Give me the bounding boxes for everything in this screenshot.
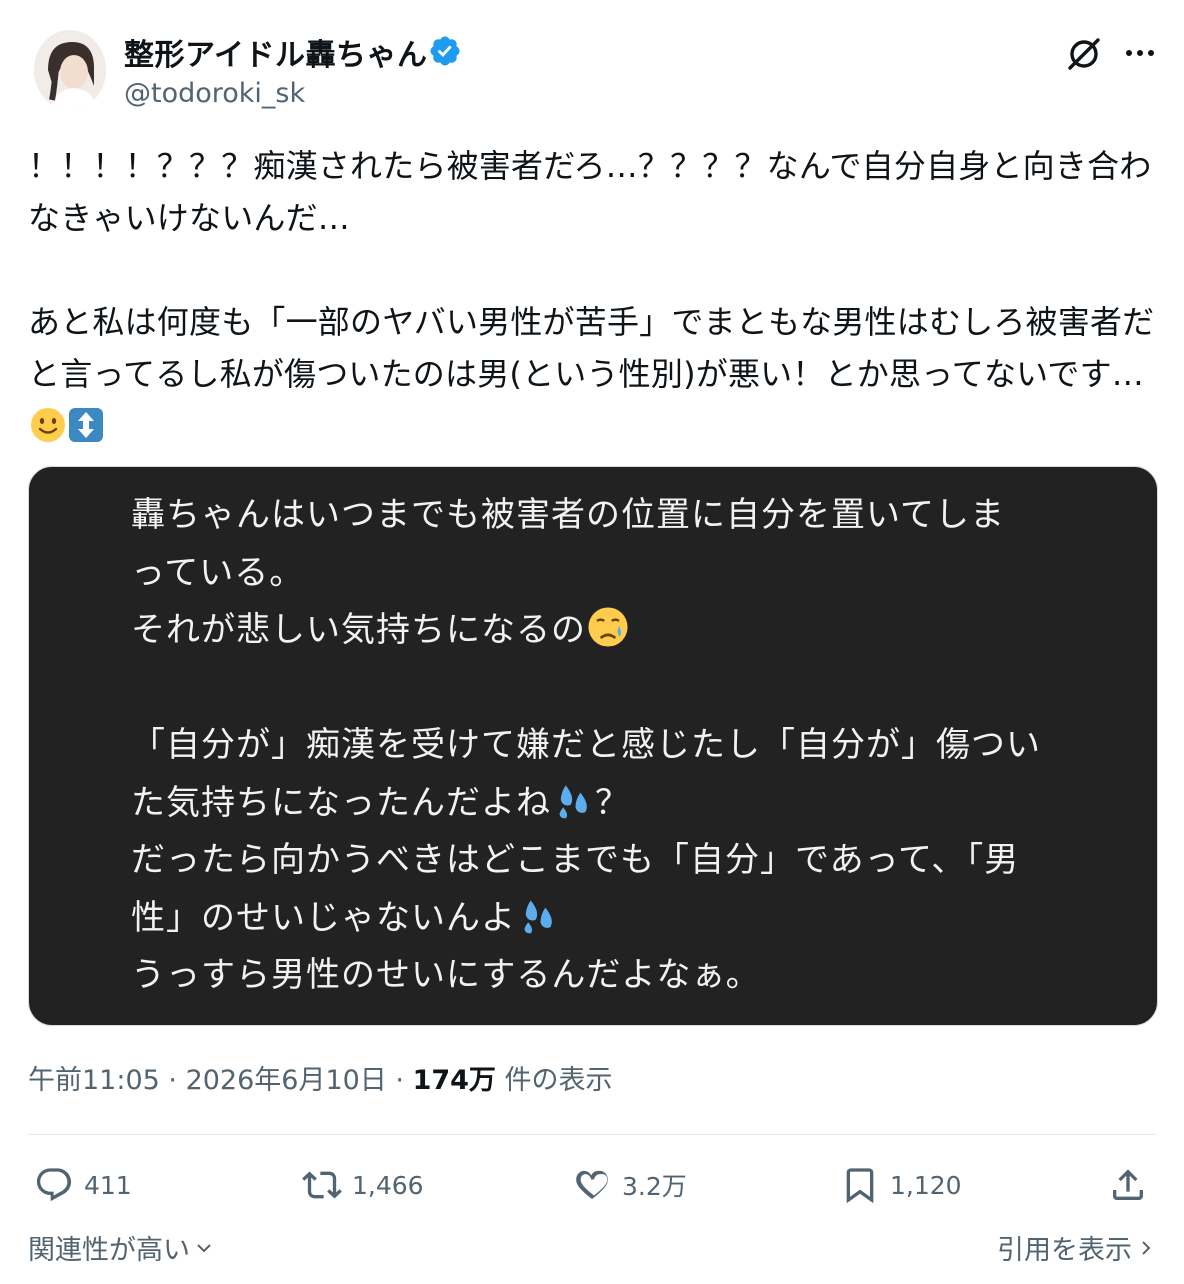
tweet-text: ！！！！？？？痴漢されたら被害者だろ…？？？？なんで自分自身と向き合わなきゃいけ…	[28, 140, 1156, 452]
avatar-photo	[34, 30, 106, 110]
meta-separator: ·	[159, 1065, 186, 1096]
bookmark-icon	[846, 1168, 874, 1204]
tweet-header: 整形アイドル轟ちゃん @todoroki_sk	[0, 0, 1184, 120]
like-button[interactable]: 3.2万	[572, 1160, 687, 1210]
heart-icon	[576, 1170, 608, 1200]
share-button[interactable]	[1108, 1160, 1148, 1210]
retweet-icon	[302, 1171, 342, 1199]
attached-image[interactable]: 轟ちゃんはいつまでも被害者の位置に自分を置いてしま っている。 それが悲しい気持…	[28, 466, 1158, 1026]
post-date[interactable]: 2026年6月10日	[186, 1065, 387, 1096]
sort-by-relevance-dropdown[interactable]: 関連性が高い	[28, 1228, 214, 1267]
view-count-label: 件の表示	[495, 1065, 613, 1096]
meta-separator: ·	[386, 1065, 413, 1096]
reply-count: 411	[84, 1170, 132, 1200]
more-options-icon[interactable]	[1122, 38, 1158, 68]
view-quotes-link[interactable]: 引用を表示	[997, 1228, 1156, 1267]
post-time[interactable]: 午前11:05	[28, 1065, 160, 1096]
slightly-smiling-face-icon	[31, 408, 65, 442]
avatar[interactable]	[34, 30, 106, 110]
retweet-button[interactable]: 1,466	[302, 1160, 424, 1210]
image-text: 轟ちゃんはいつまでも被害者の位置に自分を置いてしま っている。 それが悲しい気持…	[131, 487, 1091, 1005]
display-name[interactable]: 整形アイドル轟ちゃん	[124, 30, 428, 74]
bookmark-button[interactable]: 1,120	[840, 1160, 962, 1210]
reply-button[interactable]: 411	[34, 1160, 132, 1210]
bookmark-count: 1,120	[890, 1170, 962, 1200]
retweet-count: 1,466	[352, 1170, 424, 1200]
up-down-arrow-icon	[69, 408, 103, 442]
image-text-part1: 轟ちゃんはいつまでも被害者の位置に自分を置いてしま っている。 それが悲しい気持…	[131, 495, 1005, 650]
sweat-droplets-icon	[559, 784, 587, 818]
tweet-body: ！！！！？？？痴漢されたら被害者だろ…？？？？なんで自分自身と向き合わなきゃいけ…	[28, 147, 1155, 393]
verified-badge-icon	[430, 36, 460, 66]
chevron-down-icon	[197, 1243, 211, 1252]
image-text-part4: うっすら男性のせいにするんだよなぁ。	[131, 955, 761, 995]
sort-label: 関連性が高い	[28, 1235, 190, 1266]
crying-face-icon	[588, 607, 628, 647]
view-quotes-label: 引用を表示	[997, 1235, 1132, 1266]
divider	[28, 1134, 1156, 1135]
view-count: 174万	[412, 1065, 496, 1096]
sweat-droplets-icon	[524, 899, 552, 933]
share-icon	[1113, 1169, 1143, 1200]
grok-icon[interactable]	[1064, 34, 1104, 74]
tweet-meta: 午前11:05 · 2026年6月10日 · 174万 件の表示	[28, 1058, 613, 1097]
like-count: 3.2万	[622, 1172, 687, 1201]
reply-icon	[36, 1168, 72, 1202]
chevron-right-icon	[1142, 1240, 1151, 1255]
user-handle[interactable]: @todoroki_sk	[124, 78, 305, 109]
